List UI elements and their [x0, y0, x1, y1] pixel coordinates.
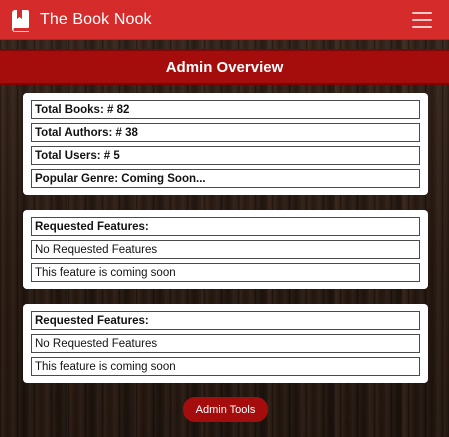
- brand-title[interactable]: The Book Nook: [40, 11, 152, 29]
- total-books-row: Total Books: # 82: [31, 100, 420, 119]
- list-item: No Requested Features: [31, 334, 420, 353]
- hamburger-menu-icon[interactable]: [406, 8, 438, 32]
- total-authors-row: Total Authors: # 38: [31, 123, 420, 142]
- requested-features-card: Requested Features: No Requested Feature…: [23, 210, 428, 289]
- page-title: Admin Overview: [165, 58, 284, 76]
- list-item: This feature is coming soon: [31, 357, 420, 376]
- list-item: This feature is coming soon: [31, 263, 420, 282]
- menu-bar: [412, 12, 432, 14]
- menu-bar: [412, 19, 432, 21]
- admin-tools-button[interactable]: Admin Tools: [183, 397, 268, 422]
- requested-features-card: Requested Features: No Requested Feature…: [23, 304, 428, 383]
- total-users-row: Total Users: # 5: [31, 146, 420, 165]
- popular-genre-row: Popular Genre: Coming Soon...: [31, 169, 420, 188]
- navbar: The Book Nook: [0, 0, 449, 40]
- requested-features-heading: Requested Features:: [31, 217, 420, 236]
- requested-features-heading: Requested Features:: [31, 311, 420, 330]
- menu-bar: [412, 26, 432, 28]
- admin-overview-header: Admin Overview: [0, 49, 449, 85]
- list-item: No Requested Features: [31, 240, 420, 259]
- book-icon[interactable]: [9, 9, 31, 32]
- stats-card: Total Books: # 82 Total Authors: # 38 To…: [23, 93, 428, 195]
